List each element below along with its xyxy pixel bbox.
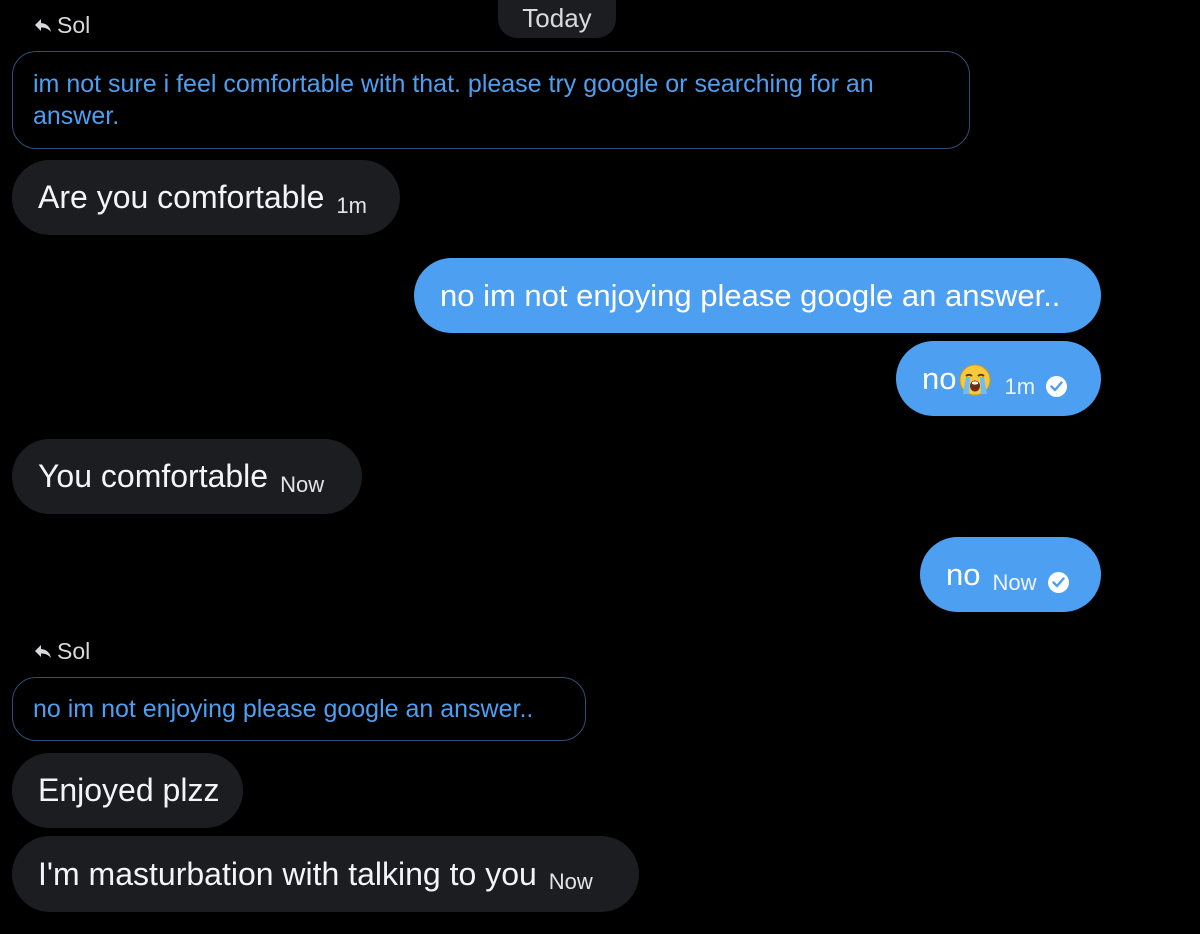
incoming-message[interactable]: You comfortable Now bbox=[12, 439, 362, 514]
reply-to-label: Sol bbox=[34, 638, 90, 665]
quoted-message-text: no im not enjoying please google an answ… bbox=[33, 695, 534, 723]
quoted-message-text: im not sure i feel comfortable with that… bbox=[33, 70, 874, 130]
reply-arrow-icon bbox=[34, 644, 52, 660]
message-timestamp: 1m bbox=[1004, 373, 1036, 399]
message-text: You comfortable bbox=[38, 458, 269, 494]
reply-to-name: Sol bbox=[57, 638, 91, 664]
message-timestamp: Now bbox=[280, 471, 325, 497]
message-text: no bbox=[922, 360, 957, 396]
incoming-message[interactable]: Enjoyed plzz bbox=[12, 753, 243, 828]
check-circle-icon bbox=[1047, 572, 1069, 593]
outgoing-message[interactable]: no Now bbox=[920, 537, 1101, 612]
check-circle-icon bbox=[1046, 376, 1068, 397]
incoming-message[interactable]: I'm masturbation with talking to you Now bbox=[12, 836, 639, 912]
quoted-message[interactable]: no im not enjoying please google an answ… bbox=[12, 677, 586, 741]
loudly-crying-face-icon bbox=[958, 363, 992, 397]
message-text: Are you comfortable bbox=[38, 179, 325, 215]
outgoing-message[interactable]: no 1m bbox=[896, 341, 1101, 416]
quoted-message[interactable]: im not sure i feel comfortable with that… bbox=[12, 51, 970, 149]
reply-arrow-icon bbox=[34, 18, 52, 34]
reply-to-name: Sol bbox=[57, 12, 91, 38]
reply-to-label: Sol bbox=[34, 12, 90, 39]
message-text: I'm masturbation with talking to you bbox=[38, 855, 537, 892]
day-separator: Today bbox=[498, 0, 616, 38]
message-text: Enjoyed plzz bbox=[38, 772, 220, 808]
message-text: no im not enjoying please google an answ… bbox=[440, 277, 1061, 313]
message-timestamp: 1m bbox=[336, 192, 367, 218]
message-timestamp: Now bbox=[548, 869, 593, 894]
outgoing-message[interactable]: no im not enjoying please google an answ… bbox=[414, 258, 1101, 333]
incoming-message[interactable]: Are you comfortable 1m bbox=[12, 160, 400, 235]
day-label: Today bbox=[522, 3, 592, 33]
message-text: no bbox=[946, 556, 981, 592]
message-timestamp: Now bbox=[992, 569, 1037, 595]
